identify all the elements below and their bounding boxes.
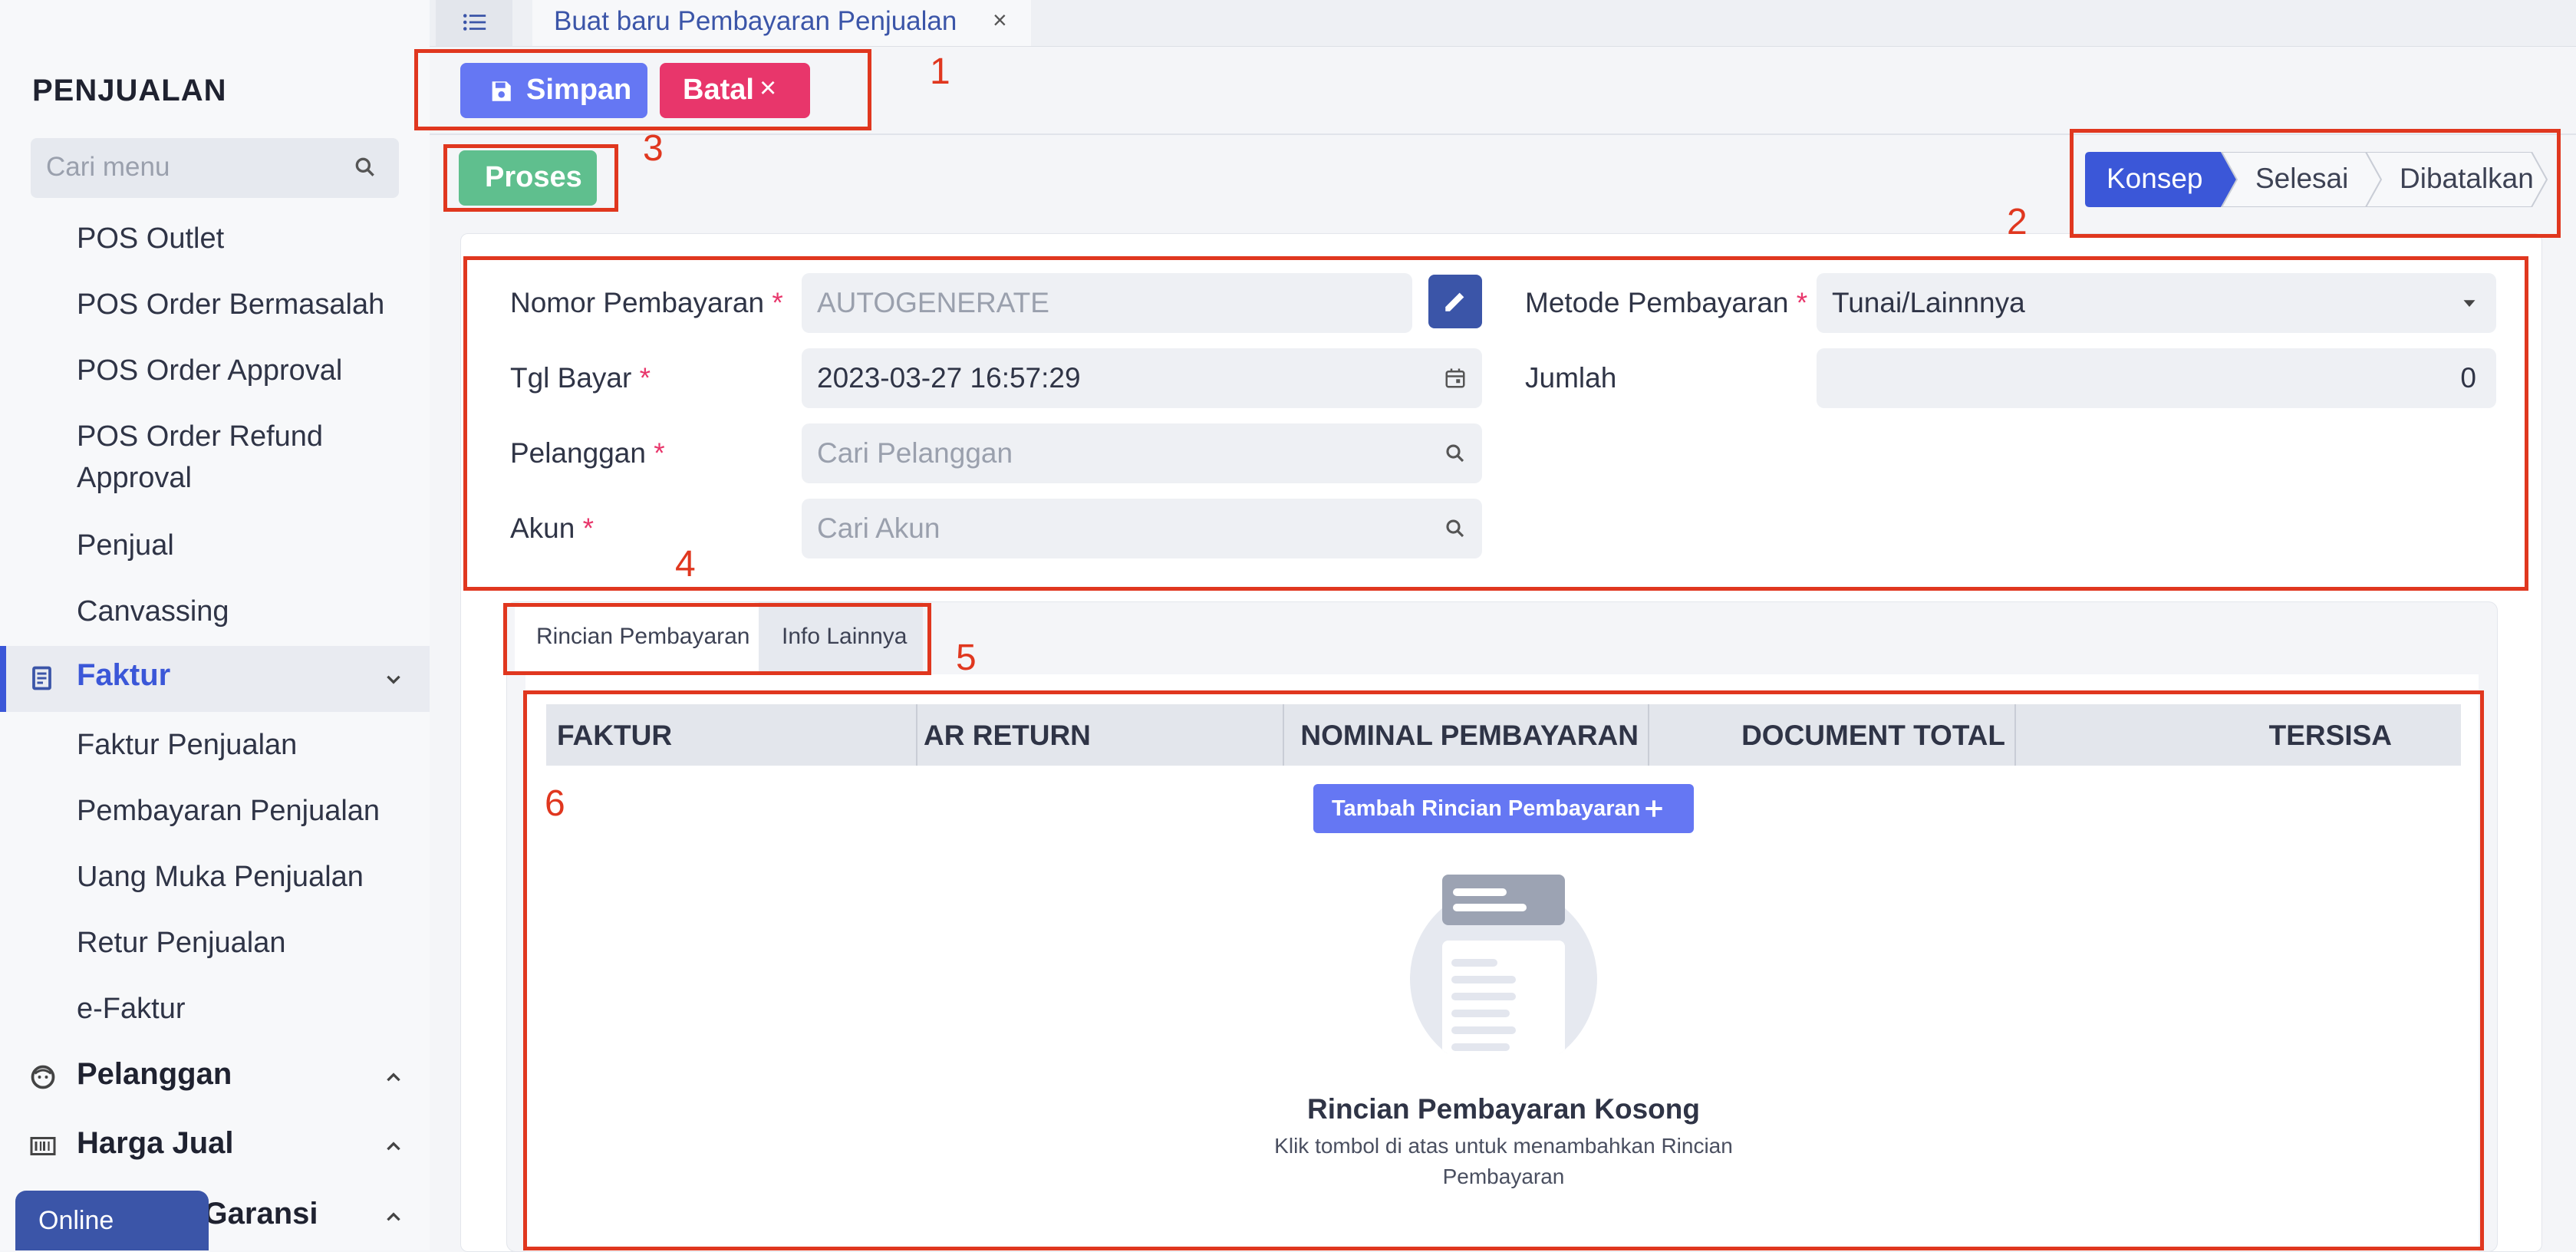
annotation-box-5 [503,603,931,675]
annotation-number-6: 6 [545,783,565,824]
sidebar-title: PENJUALAN [32,74,227,107]
customer-face-icon [31,1065,55,1089]
tab-close-icon[interactable]: × [993,6,1007,35]
sidebar-item-pos-order-approval[interactable]: POS Order Approval [77,350,342,391]
chevron-up-icon [387,1212,400,1221]
search-icon [355,157,374,176]
sidebar-item-pos-order-bermasalah[interactable]: POS Order Bermasalah [77,284,384,325]
annotation-box-4 [463,256,2528,591]
sidebar-item-faktur-penjualan[interactable]: Faktur Penjualan [77,724,297,766]
chevron-down-icon [387,675,400,684]
list-icon [463,14,486,31]
annotation-number-2: 2 [2007,202,2028,242]
sidebar-group-label: Pelanggan [77,1057,232,1091]
sidebar: PENJUALAN Cari menu POS Outlet POS Order… [0,0,430,1250]
active-indicator [0,646,6,712]
sidebar-group-pelanggan[interactable]: Pelanggan [0,1045,430,1111]
sidebar-item-retur-penjualan[interactable]: Retur Penjualan [77,922,286,964]
annotation-number-4: 4 [675,544,696,585]
barcode-icon [30,1137,56,1155]
sidebar-group-faktur[interactable]: Faktur [0,646,430,712]
annotation-box-2 [2070,129,2561,238]
sidebar-item-pos-outlet[interactable]: POS Outlet [77,218,224,259]
sidebar-item-penjual[interactable]: Penjual [77,525,174,566]
annotation-number-5: 5 [956,638,977,678]
online-status-label: Online [38,1206,114,1235]
sidebar-item-pos-order-refund[interactable]: POS Order Refund [77,416,323,457]
sidebar-group-label: Faktur [77,658,171,692]
sidebar-group-label: Harga Jual [77,1126,234,1160]
sidebar-group-harga-jual[interactable]: Harga Jual [0,1114,430,1180]
annotation-number-3: 3 [643,128,664,169]
tab-bar: Buat baru Pembayaran Penjualan × [430,0,2576,47]
chevron-up-icon [387,1142,400,1151]
sidebar-item-canvassing[interactable]: Canvassing [77,591,229,632]
annotation-box-1 [414,49,871,130]
sidebar-item-e-faktur[interactable]: e-Faktur [77,988,185,1030]
menu-search-input[interactable]: Cari menu [31,138,399,198]
annotation-box-6 [523,690,2484,1250]
chevron-up-icon [387,1072,400,1082]
tab-list-button[interactable] [436,0,512,46]
sidebar-item-pembayaran-penjualan[interactable]: Pembayaran Penjualan [77,790,380,832]
tab-label: Buat baru Pembayaran Penjualan [554,6,957,36]
sidebar-item-uang-muka-penjualan[interactable]: Uang Muka Penjualan [77,856,364,898]
tab-buat-baru-pembayaran[interactable]: Buat baru Pembayaran Penjualan × [532,0,1031,46]
menu-search-placeholder: Cari menu [46,152,170,182]
online-status-badge[interactable]: Online [15,1191,209,1250]
invoice-icon [32,666,51,690]
annotation-box-3 [443,144,618,212]
annotation-number-1: 1 [930,51,950,92]
sidebar-item-pos-order-refund-approval[interactable]: Approval [77,457,192,499]
